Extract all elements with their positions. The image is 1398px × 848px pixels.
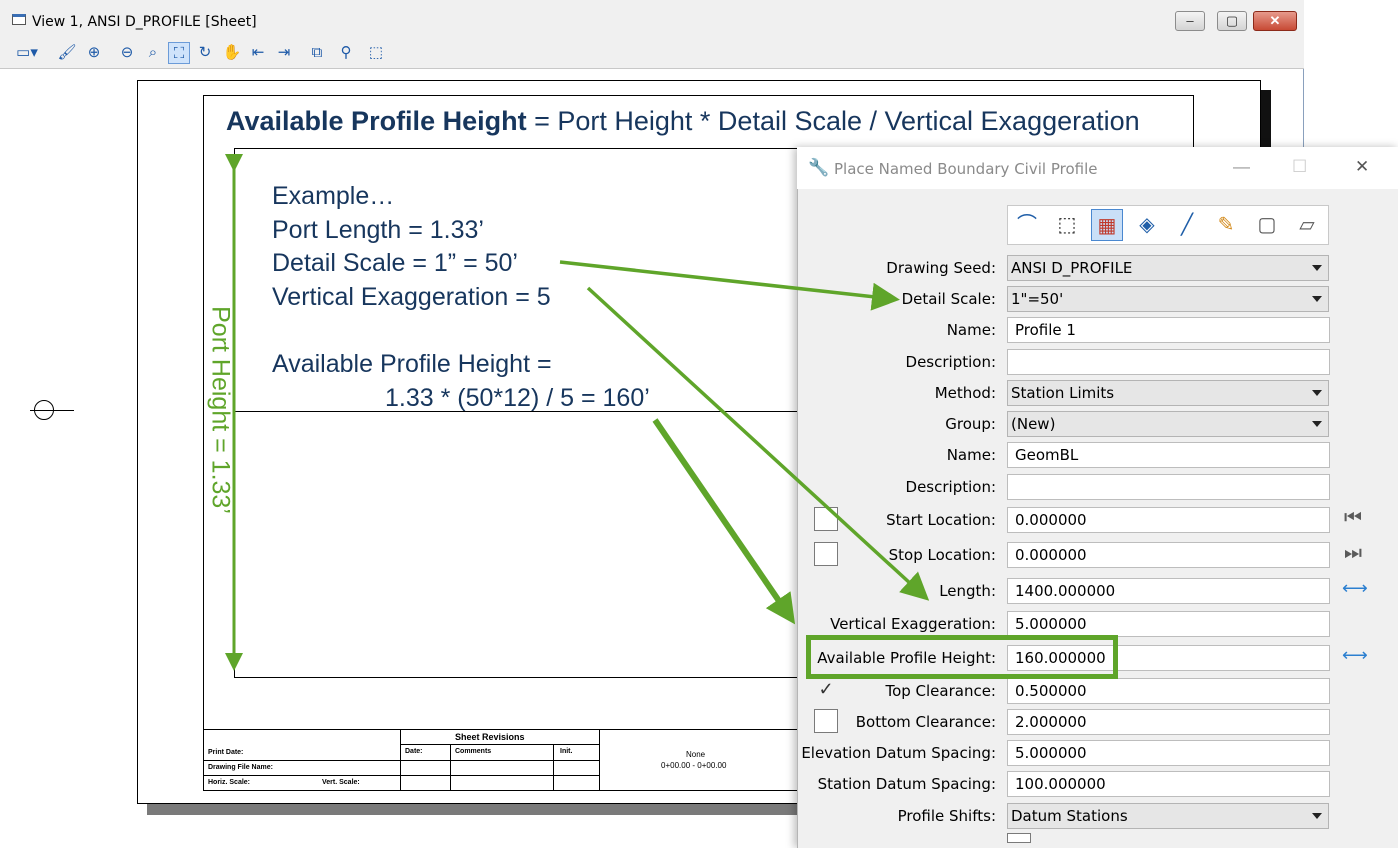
annotation-arrows bbox=[225, 154, 930, 671]
detail-scale-arrow bbox=[559, 260, 900, 311]
available-height-arrow bbox=[652, 418, 796, 625]
vertical-exaggeration-arrow bbox=[586, 286, 930, 601]
